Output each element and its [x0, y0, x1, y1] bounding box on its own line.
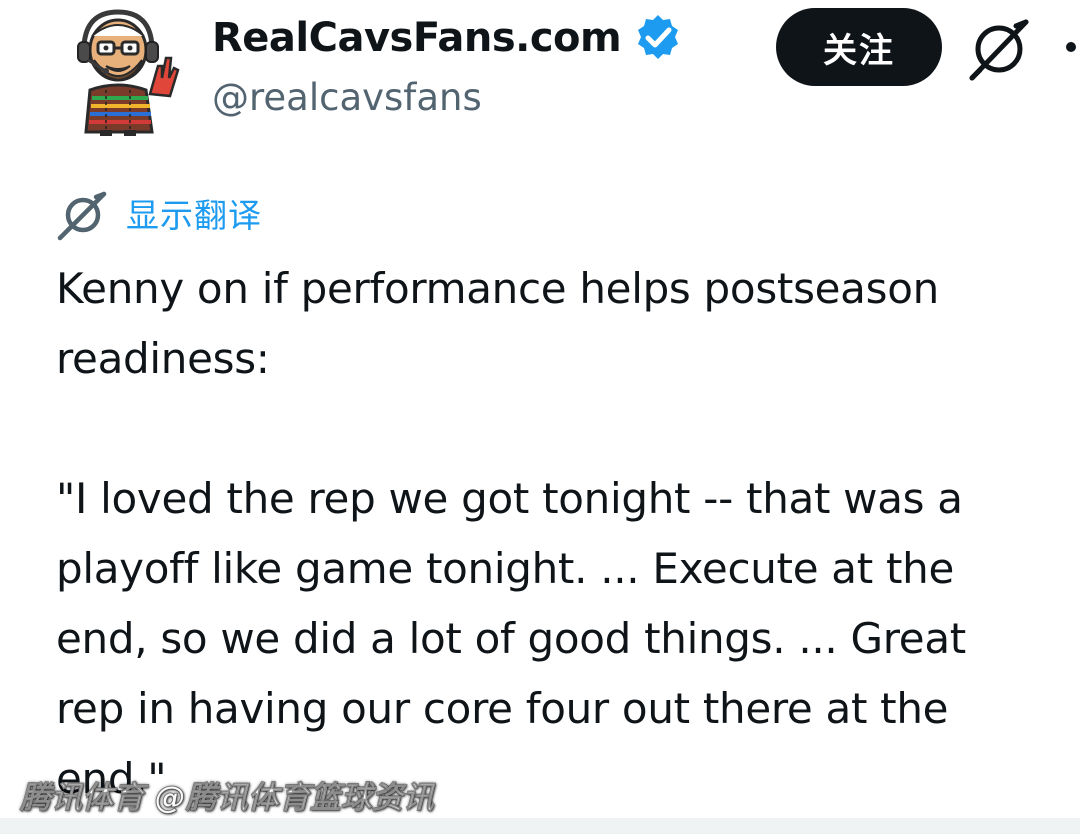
author-name-row[interactable]: RealCavsFans.com	[212, 12, 683, 64]
grok-icon[interactable]	[966, 16, 1032, 82]
tweet-line: playoff like game tonight. ... Execute a…	[56, 544, 954, 593]
verified-badge-icon	[633, 13, 683, 63]
more-icon[interactable]	[1066, 42, 1076, 52]
cartoon-fan-avatar-icon	[77, 9, 180, 136]
tweet-line: "I loved the rep we got tonight -- that …	[56, 474, 963, 523]
author-handle[interactable]: @realcavsfans	[212, 74, 482, 122]
tweet-page: RealCavsFans.com @realcavsfans 关注 显示翻译 K…	[0, 0, 1080, 834]
bottom-divider	[0, 818, 1080, 834]
follow-button[interactable]: 关注	[776, 8, 942, 86]
show-translation-label[interactable]: 显示翻译	[126, 192, 262, 240]
show-translation-link[interactable]: 显示翻译	[56, 190, 262, 242]
tweet-line: Kenny on if performance helps postseason	[56, 264, 939, 313]
tweet-line: end, so we did a lot of good things. ...…	[56, 614, 966, 663]
tweet-text: Kenny on if performance helps postseason…	[56, 254, 1056, 814]
grok-icon	[56, 190, 108, 242]
author-display-name[interactable]: RealCavsFans.com	[212, 12, 622, 64]
tweet-line: end."	[56, 754, 167, 803]
tweet-line: rep in having our core four out there at…	[56, 684, 949, 733]
author-avatar[interactable]	[66, 6, 186, 136]
tweet-line: readiness:	[56, 334, 270, 383]
